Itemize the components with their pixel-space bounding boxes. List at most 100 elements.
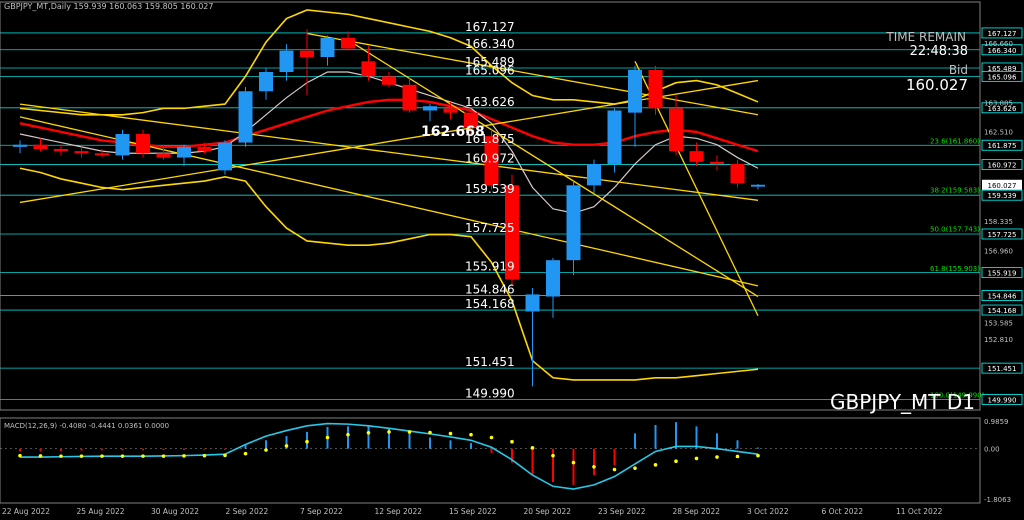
candle-body <box>238 91 253 143</box>
macd-signal-dot <box>551 453 555 458</box>
axis-level-label: 149.990 <box>988 396 1017 404</box>
y-tick-label: 162.510 <box>984 129 1013 137</box>
macd-signal-dot <box>325 435 330 440</box>
macd-signal-dot <box>674 459 678 463</box>
x-tick-label: 25 Aug 2022 <box>77 507 125 516</box>
bid-label: Bid <box>949 63 968 77</box>
x-tick-label: 11 Oct 2022 <box>896 507 943 516</box>
candle-body <box>33 144 48 149</box>
x-tick-label: 7 Sep 2022 <box>300 507 343 516</box>
axis-level-label: 166.340 <box>988 47 1017 55</box>
x-tick-label: 20 Sep 2022 <box>524 507 572 516</box>
x-tick-label: 12 Sep 2022 <box>375 507 423 516</box>
macd-signal-dot <box>161 454 166 458</box>
macd-y-tick-label: -1.8063 <box>984 496 1011 504</box>
macd-signal-dot <box>346 432 350 437</box>
candle-body <box>730 163 745 184</box>
watermark: GBPJPY_MT D1 <box>830 390 975 414</box>
x-tick-label: 30 Aug 2022 <box>151 507 199 516</box>
macd-signal-dot <box>243 451 248 456</box>
level-label: 151.451 <box>465 355 515 369</box>
bid-value: 160.027 <box>906 76 968 94</box>
fib-label: 38.2(159.583) <box>930 186 980 194</box>
level-label: 154.846 <box>465 283 515 297</box>
candle[interactable] <box>607 108 622 173</box>
macd-label: MACD(12,26,9) -0.4080 -0.4441 0.0361 0.0… <box>4 422 169 430</box>
level-label: 160.972 <box>465 152 515 166</box>
candle-body <box>607 110 622 164</box>
candle[interactable] <box>115 129 130 160</box>
candle-body <box>361 61 376 77</box>
candle[interactable] <box>238 86 253 147</box>
level-label: 157.725 <box>465 221 515 235</box>
x-tick-label: 15 Sep 2022 <box>449 507 497 516</box>
candle-body <box>546 260 560 297</box>
macd-signal-dot <box>530 446 535 450</box>
time-remain-value: 22:48:38 <box>910 44 968 59</box>
macd-signal-dot <box>284 444 289 448</box>
candle-body <box>156 153 171 158</box>
fib-label: 23.6(161.860) <box>930 138 980 146</box>
macd-signal-dot <box>18 453 22 458</box>
x-tick-label: 28 Sep 2022 <box>673 507 721 516</box>
candle-body <box>115 134 130 156</box>
price-tag: 162.668 <box>421 124 485 140</box>
axis-level-label: 165.096 <box>988 73 1017 81</box>
candle-body <box>95 153 109 156</box>
candle-body <box>279 50 294 73</box>
candle-body <box>443 108 458 113</box>
x-tick-label: 2 Sep 2022 <box>226 507 269 516</box>
level-label: 167.127 <box>465 20 515 34</box>
macd-signal-dot <box>469 432 473 437</box>
macd-signal-dot <box>428 430 432 435</box>
candle-body <box>177 146 191 158</box>
macd-signal-dot <box>202 453 207 458</box>
candle-body <box>197 146 212 152</box>
candle-body <box>402 84 417 111</box>
macd-signal-dot <box>653 463 658 467</box>
macd-signal-dot <box>694 456 699 461</box>
macd-signal-dot <box>407 430 412 434</box>
axis-level-label: 154.846 <box>988 293 1017 301</box>
bid-axis-label: 160.027 <box>988 182 1017 190</box>
macd-signal-dot <box>387 430 391 434</box>
macd-signal-dot <box>38 454 43 458</box>
macd-signal-dot <box>489 435 494 440</box>
axis-level-label: 159.539 <box>988 192 1017 200</box>
candle-body <box>259 72 273 92</box>
macd-signal-dot <box>510 439 514 444</box>
macd-signal-dot <box>715 455 719 459</box>
macd-signal-dot <box>633 466 637 470</box>
fib-label: 50.0(157.743) <box>930 226 980 234</box>
level-label: 155.919 <box>465 260 515 274</box>
axis-level-label: 151.451 <box>988 365 1017 373</box>
y-tick-label: 153.585 <box>984 320 1013 328</box>
macd-signal-dot <box>571 460 576 465</box>
candle-body <box>341 37 355 49</box>
macd-signal-dot <box>79 454 84 458</box>
macd-signal-dot <box>264 448 268 452</box>
candle[interactable] <box>218 140 232 175</box>
y-tick-label: 156.960 <box>984 247 1013 255</box>
macd-signal-dot <box>592 464 596 469</box>
candle-body <box>689 151 704 162</box>
level-label: 149.990 <box>465 386 515 400</box>
candle-body <box>423 106 437 111</box>
macd-signal-dot <box>120 454 125 458</box>
candle-body <box>648 69 663 109</box>
x-tick-label: 23 Sep 2022 <box>598 507 646 516</box>
candle-body <box>74 151 89 154</box>
y-tick-label: 158.335 <box>984 218 1013 226</box>
axis-level-label: 160.972 <box>988 162 1017 170</box>
candle-body <box>628 69 642 113</box>
candle-body <box>587 163 601 186</box>
macd-signal-dot <box>756 453 760 458</box>
macd-signal-dot <box>735 454 740 459</box>
candle[interactable] <box>648 65 663 115</box>
fib-label: 61.8(155.903) <box>930 265 980 273</box>
macd-signal-dot <box>612 467 617 472</box>
candle-body <box>669 108 683 152</box>
level-label: 165.096 <box>465 63 515 77</box>
candle-body <box>13 144 27 147</box>
symbol-info: GBPJPY_MT,Daily 159.939 160.063 159.805 … <box>4 2 213 11</box>
